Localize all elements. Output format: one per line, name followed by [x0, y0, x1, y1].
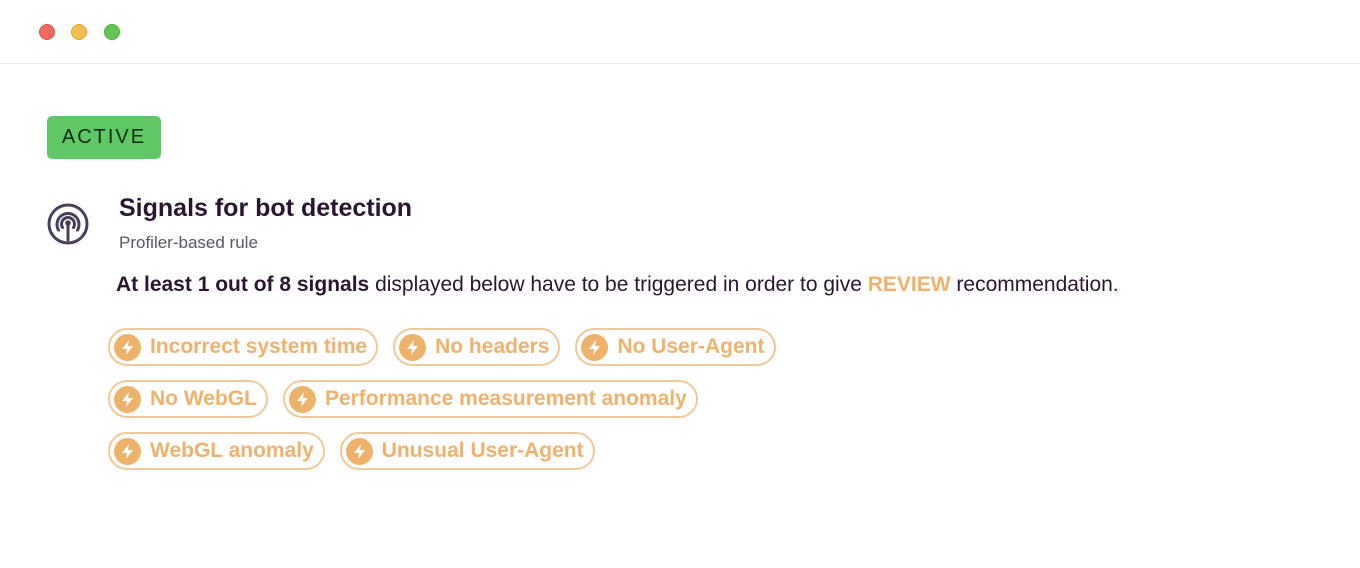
- signal-label: Incorrect system time: [150, 335, 368, 358]
- app-window: ACTIVE Signals for bot detection Profile…: [0, 0, 1360, 568]
- lightning-bolt-icon: [581, 333, 609, 361]
- status-badge: ACTIVE: [47, 116, 161, 159]
- signal-threshold: At least 1 out of 8 signals: [116, 273, 370, 296]
- signal-chip: Incorrect system time: [108, 328, 379, 366]
- rule-subtitle: Profiler-based rule: [119, 233, 258, 252]
- lightning-bolt-icon: [114, 385, 141, 413]
- window-titlebar: [0, 0, 1360, 64]
- lightning-bolt-icon: [114, 333, 141, 361]
- description-end: recommendation.: [950, 273, 1119, 296]
- signal-chip: WebGL anomaly: [108, 432, 325, 470]
- broadcast-signal-icon: [47, 203, 89, 245]
- signal-chip: Performance measurement anomaly: [282, 380, 698, 418]
- rule-title: Signals for bot detection: [119, 194, 413, 222]
- signal-label: WebGL anomaly: [150, 439, 314, 462]
- signal-label: No WebGL: [150, 387, 257, 410]
- lightning-bolt-icon: [399, 333, 427, 361]
- description-middle: displayed below have to be triggered in …: [369, 273, 868, 296]
- signal-label: No headers: [435, 335, 550, 358]
- signal-chip: Unusual User-Agent: [339, 432, 595, 470]
- signals-row-1: Incorrect system time No headers No User…: [108, 328, 776, 366]
- close-window-button[interactable]: [39, 24, 55, 40]
- minimize-window-button[interactable]: [71, 24, 87, 40]
- recommendation-label: REVIEW: [867, 273, 951, 296]
- signals-row-2: No WebGL Performance measurement anomaly: [108, 380, 698, 418]
- signals-row-3: WebGL anomaly Unusual User-Agent: [108, 432, 595, 470]
- signal-chip: No headers: [393, 328, 561, 366]
- signal-chip: No User-Agent: [575, 328, 776, 366]
- signal-label: Unusual User-Agent: [381, 439, 584, 462]
- maximize-window-button[interactable]: [104, 24, 120, 40]
- lightning-bolt-icon: [345, 437, 373, 465]
- lightning-bolt-icon: [288, 385, 316, 413]
- lightning-bolt-icon: [114, 437, 141, 465]
- signal-label: No User-Agent: [617, 335, 765, 358]
- signal-chip: No WebGL: [108, 380, 268, 418]
- signal-label: Performance measurement anomaly: [324, 387, 687, 410]
- rule-description: At least 1 out of 8 signals displayed be…: [116, 273, 1119, 297]
